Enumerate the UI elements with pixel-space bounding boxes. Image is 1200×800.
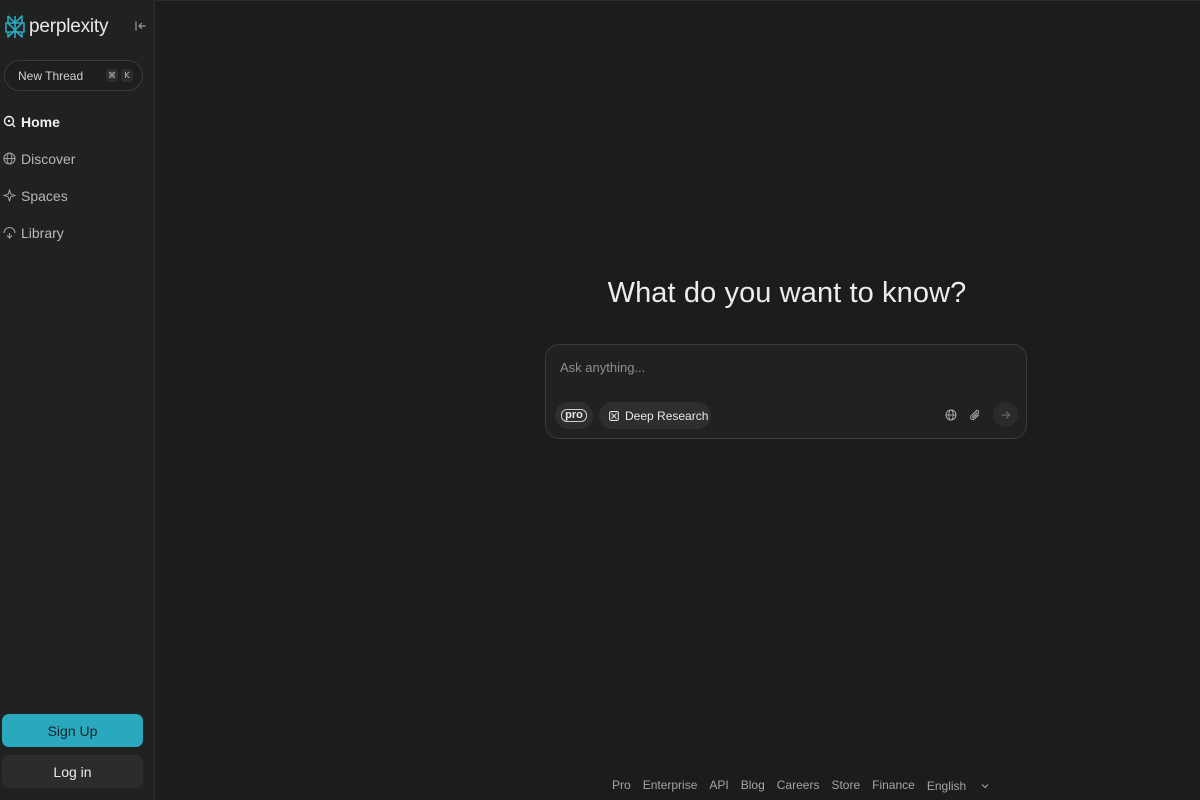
footer-link-pro[interactable]: Pro <box>612 778 631 794</box>
main-panel: What do you want to know? pro Deep Resea… <box>156 0 1200 800</box>
new-thread-button[interactable]: New Thread ⌘ K <box>4 60 143 91</box>
search-icon <box>3 115 16 128</box>
kbd-cmd: ⌘ <box>106 69 118 82</box>
globe-icon <box>3 152 16 165</box>
collapse-sidebar-button[interactable] <box>131 17 149 35</box>
page-title: What do you want to know? <box>607 277 967 309</box>
log-in-button[interactable]: Log in <box>2 755 143 788</box>
deep-research-button[interactable]: Deep Research <box>599 402 711 429</box>
sidebar-item-library[interactable]: Library <box>0 221 155 244</box>
sidebar-nav: Home Discover Spaces Library <box>0 110 155 258</box>
brand-name: perplexity <box>29 16 109 37</box>
sign-up-button[interactable]: Sign Up <box>2 714 143 747</box>
shortcut-hint: ⌘ K <box>106 69 133 82</box>
deep-research-label: Deep Research <box>625 408 709 423</box>
footer-link-store[interactable]: Store <box>831 778 860 794</box>
new-thread-label: New Thread <box>18 68 84 83</box>
sparkle-icon <box>3 189 16 202</box>
footer-links: Pro Enterprise API Blog Careers Store Fi… <box>612 778 1001 794</box>
submit-button[interactable] <box>993 402 1018 427</box>
sidebar-item-label: Library <box>21 224 64 241</box>
sidebar-item-discover[interactable]: Discover <box>0 147 155 170</box>
brand-logo[interactable]: perplexity <box>5 14 109 40</box>
sidebar-item-label: Spaces <box>21 187 68 204</box>
language-label: English <box>926 779 967 793</box>
pro-label: pro <box>561 409 587 422</box>
footer-link-careers[interactable]: Careers <box>777 778 820 794</box>
perplexity-logo-icon <box>5 15 25 38</box>
kbd-k: K <box>121 69 133 82</box>
footer-link-enterprise[interactable]: Enterprise <box>643 778 698 794</box>
paperclip-icon <box>970 409 980 420</box>
pro-toggle-button[interactable]: pro <box>555 402 593 429</box>
arrow-right-icon <box>1000 410 1010 419</box>
footer-link-finance[interactable]: Finance <box>872 778 915 794</box>
ask-box: pro Deep Research <box>545 344 1027 439</box>
chevron-down-icon <box>981 784 989 789</box>
collapse-sidebar-icon <box>134 21 146 31</box>
sidebar-item-label: Discover <box>21 150 76 167</box>
sidebar: perplexity New Thread ⌘ K Home Discover <box>0 0 155 800</box>
sidebar-item-home[interactable]: Home <box>0 110 155 133</box>
language-selector[interactable]: English <box>927 778 989 794</box>
library-icon <box>3 226 16 239</box>
deep-research-icon <box>609 410 619 421</box>
sidebar-item-spaces[interactable]: Spaces <box>0 184 155 207</box>
footer-link-blog[interactable]: Blog <box>741 778 765 794</box>
globe-icon <box>945 409 957 421</box>
footer-link-api[interactable]: API <box>709 778 728 794</box>
ask-input[interactable] <box>558 355 1002 379</box>
attach-button[interactable] <box>968 408 982 422</box>
sidebar-item-label: Home <box>21 113 60 130</box>
web-source-button[interactable] <box>944 408 958 422</box>
